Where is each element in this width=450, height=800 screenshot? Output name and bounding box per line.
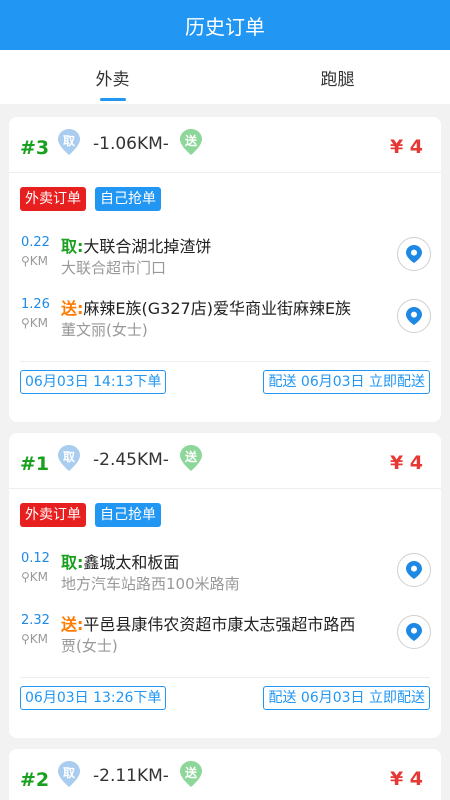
pickup-badge-label: 取 xyxy=(62,134,75,148)
location-pin-icon xyxy=(406,623,422,641)
pickup-navigate-button[interactable] xyxy=(397,237,431,271)
divider xyxy=(20,677,430,678)
order-price: ¥ 4 xyxy=(389,452,423,474)
order-number: #2 xyxy=(20,769,50,791)
divider xyxy=(20,361,430,362)
order-distance: -2.45KM- xyxy=(93,450,169,470)
pickup-name: 鑫城太和板面 xyxy=(83,553,180,572)
pickup-address: 大联合超市门口 xyxy=(61,259,167,277)
tab-waimai[interactable]: 外卖 xyxy=(0,50,225,104)
tag-order-type: 外卖订单 xyxy=(20,503,86,527)
deliver-badge-label: 送 xyxy=(184,134,197,148)
order-card[interactable]: #1 取 -2.45KM- 送 ¥ 4 外卖订单 自己抢单 0.12 ⚲KM 取… xyxy=(9,433,441,738)
order-distance: -2.11KM- xyxy=(93,766,169,786)
deliver-km-unit: ⚲KM xyxy=(21,632,49,646)
order-summary-row: #3 取 -1.06KM- 送 ¥ 4 xyxy=(9,117,441,173)
deliver-badge-label: 送 xyxy=(184,450,197,464)
pickup-badge-label: 取 xyxy=(62,450,75,464)
deliver-navigate-button[interactable] xyxy=(397,299,431,333)
delivery-time-chip: 配送 06月03日 立即配送 xyxy=(263,370,430,394)
deliver-address: 董文丽(女士) xyxy=(61,321,148,339)
deliver-kind: 送: xyxy=(61,615,84,634)
order-number: #1 xyxy=(20,453,50,475)
deliver-navigate-button[interactable] xyxy=(397,615,431,649)
order-distance: -1.06KM- xyxy=(93,134,169,154)
deliver-name: 平邑县康伟农资超市康太志强超市路西 xyxy=(83,615,356,634)
pickup-km-value: 0.22 xyxy=(21,235,50,250)
page-title: 历史订单 xyxy=(185,14,265,39)
pickup-pin-icon: 取 xyxy=(57,444,81,472)
deliver-address: 贾(女士) xyxy=(61,637,118,655)
pickup-name: 大联合湖北掉渣饼 xyxy=(83,237,212,256)
location-dot-icon: ⚲ xyxy=(21,632,30,646)
tag-grab-type: 自己抢单 xyxy=(95,503,161,527)
pickup-badge-label: 取 xyxy=(62,766,75,780)
order-price: ¥ 4 xyxy=(389,136,423,158)
deliver-title: 送:平邑县康伟农资超市康太志强超市路西 xyxy=(61,611,355,635)
location-dot-icon: ⚲ xyxy=(21,254,30,268)
pickup-title: 取:大联合湖北掉渣饼 xyxy=(61,233,211,257)
deliver-pin-icon: 送 xyxy=(179,128,203,156)
order-card[interactable]: #3 取 -1.06KM- 送 ¥ 4 外卖订单 自己抢单 0.22 ⚲KM 取… xyxy=(9,117,441,422)
pickup-stop: 0.12 ⚲KM 取:鑫城太和板面 地方汽车站路西100米路南 xyxy=(9,547,441,597)
tab-bar: 外卖 跑腿 xyxy=(0,50,450,104)
deliver-kind: 送: xyxy=(61,299,84,318)
order-time-chip: 06月03日 13:26下单 xyxy=(20,686,167,710)
deliver-km-value: 1.26 xyxy=(21,297,50,312)
deliver-name: 麻辣E族(G327店)爱华商业街麻辣E族 xyxy=(83,299,352,318)
pickup-pin-icon: 取 xyxy=(57,760,81,788)
order-card[interactable]: #2 取 -2.11KM- 送 ¥ 4 xyxy=(9,749,441,800)
header-bar: 历史订单 xyxy=(0,0,450,50)
location-pin-icon xyxy=(406,307,422,325)
pickup-title: 取:鑫城太和板面 xyxy=(61,549,179,573)
pickup-stop: 0.22 ⚲KM 取:大联合湖北掉渣饼 大联合超市门口 xyxy=(9,231,441,281)
deliver-pin-icon: 送 xyxy=(179,444,203,472)
location-dot-icon: ⚲ xyxy=(21,316,30,330)
deliver-title: 送:麻辣E族(G327店)爱华商业街麻辣E族 xyxy=(61,295,351,319)
deliver-stop: 1.26 ⚲KM 送:麻辣E族(G327店)爱华商业街麻辣E族 董文丽(女士) xyxy=(9,293,441,343)
order-price: ¥ 4 xyxy=(389,768,423,790)
location-pin-icon xyxy=(406,245,422,263)
deliver-pin-icon: 送 xyxy=(179,760,203,788)
deliver-km-value: 2.32 xyxy=(21,613,50,628)
pickup-km-unit: ⚲KM xyxy=(21,570,49,584)
pickup-km-value: 0.12 xyxy=(21,551,50,566)
tag-order-type: 外卖订单 xyxy=(20,187,86,211)
delivery-time-chip: 配送 06月03日 立即配送 xyxy=(263,686,430,710)
pickup-kind: 取: xyxy=(61,553,84,572)
pickup-address: 地方汽车站路西100米路南 xyxy=(61,575,240,593)
deliver-stop: 2.32 ⚲KM 送:平邑县康伟农资超市康太志强超市路西 贾(女士) xyxy=(9,609,441,659)
pickup-kind: 取: xyxy=(61,237,84,256)
deliver-badge-label: 送 xyxy=(184,766,197,780)
tag-grab-type: 自己抢单 xyxy=(95,187,161,211)
tab-paotui[interactable]: 跑腿 xyxy=(225,50,450,104)
order-summary-row: #1 取 -2.45KM- 送 ¥ 4 xyxy=(9,433,441,489)
location-pin-icon xyxy=(406,561,422,579)
pickup-pin-icon: 取 xyxy=(57,128,81,156)
order-number: #3 xyxy=(20,137,50,159)
location-dot-icon: ⚲ xyxy=(21,570,30,584)
pickup-navigate-button[interactable] xyxy=(397,553,431,587)
pickup-km-unit: ⚲KM xyxy=(21,254,49,268)
deliver-km-unit: ⚲KM xyxy=(21,316,49,330)
order-summary-row: #2 取 -2.11KM- 送 ¥ 4 xyxy=(9,749,441,800)
order-time-chip: 06月03日 14:13下单 xyxy=(20,370,167,394)
